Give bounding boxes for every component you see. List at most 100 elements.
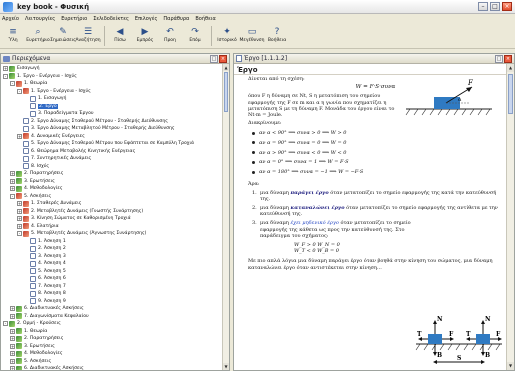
tree-item[interactable]: +2. Παρατηρήσεις xyxy=(1,170,222,178)
tree-item[interactable]: - 2. Ορμή - Κρούσεις xyxy=(1,320,222,328)
toolbar-button[interactable]: ▭ Μεγέθυνση xyxy=(240,24,265,44)
close-button[interactable]: × xyxy=(502,2,512,11)
content-restore-button[interactable]: □ xyxy=(495,55,503,63)
minimize-button[interactable]: – xyxy=(478,2,488,11)
tree-item[interactable]: 7. Συντηρητικές Δυνάμεις xyxy=(1,155,222,163)
toolbar-button[interactable]: ↶ Προη xyxy=(159,24,181,44)
toolbar-button[interactable]: ✎ Σημειώσεις xyxy=(50,24,76,44)
expand-icon[interactable]: + xyxy=(17,208,22,214)
tree-item[interactable]: +5. Ασκήσεις xyxy=(1,358,222,366)
tree-item[interactable]: 5. Άσκηση 5 xyxy=(1,268,222,276)
toolbar-button[interactable]: ▶ Εμπρός xyxy=(134,24,156,44)
content-scroll-thumb[interactable] xyxy=(508,74,513,114)
expand-icon[interactable]: + xyxy=(10,351,15,357)
pane-close-button[interactable]: × xyxy=(219,55,227,63)
expand-icon[interactable]: + xyxy=(10,343,15,349)
expand-icon[interactable]: + xyxy=(17,216,22,222)
content-scroll-up-icon[interactable]: ▲ xyxy=(507,64,514,72)
tree-item[interactable]: +6. Διαδικτυακές Ασκήσεις xyxy=(1,365,222,370)
tree-item[interactable]: - 1. Έργο - Ενέργεια - Ισχύς xyxy=(1,73,222,81)
item-emphasis[interactable]: έχει μηδενικό έργο xyxy=(290,220,338,226)
menu-item[interactable]: Παράθυρα xyxy=(163,16,189,22)
tree-scrollbar[interactable]: ▲ ▼ xyxy=(222,64,229,370)
tree-item[interactable]: 1. Εισαγωγή xyxy=(1,95,222,103)
tree-item[interactable]: 4. Άσκηση 4 xyxy=(1,260,222,268)
tree-item[interactable]: + Εισαγωγή xyxy=(1,65,222,73)
content-close-button[interactable]: × xyxy=(504,55,512,63)
scroll-down-arrow-icon[interactable]: ▼ xyxy=(223,363,229,370)
tree-item[interactable]: +4. Μεθοδολογίες xyxy=(1,185,222,193)
menu-item[interactable]: Αρχείο xyxy=(2,16,19,22)
tree-item[interactable]: 8. Ισχύς xyxy=(1,163,222,171)
tree-item[interactable]: +3. Ερωτήσεις xyxy=(1,178,222,186)
tree-item[interactable]: - 5. Μεταβλητές Δυνάμεις (Άγνωστης Συνάρτ… xyxy=(1,230,222,238)
scroll-thumb[interactable] xyxy=(224,72,228,112)
tree-item[interactable]: +4. Δυναμικές Ενέργειες xyxy=(1,133,222,141)
tree-item[interactable]: +4. Ελατήρια xyxy=(1,223,222,231)
toolbar-button[interactable]: ◀ Πίσω xyxy=(109,24,131,44)
expand-icon[interactable]: + xyxy=(10,336,15,342)
collapse-icon[interactable]: - xyxy=(3,321,8,327)
tree-item[interactable]: 1. Άσκηση 1 xyxy=(1,238,222,246)
collapse-icon[interactable]: - xyxy=(17,231,22,237)
collapse-icon[interactable]: - xyxy=(17,88,22,94)
toolbar-button[interactable]: ⌕ Ευρετήριο xyxy=(26,24,49,44)
expand-icon[interactable]: + xyxy=(17,133,22,139)
tree-item[interactable]: 3. Άσκηση 3 xyxy=(1,253,222,261)
expand-icon[interactable]: + xyxy=(10,186,15,192)
expand-icon[interactable]: + xyxy=(10,171,15,177)
menu-item[interactable]: Λειτουργίες xyxy=(25,16,55,22)
toolbar-button[interactable]: ≡ Ύλη xyxy=(2,24,24,44)
content-scroll-down-icon[interactable]: ▼ xyxy=(507,362,514,370)
expand-icon[interactable]: + xyxy=(3,66,8,72)
tree-item[interactable]: +1. Θεωρία xyxy=(1,328,222,336)
menu-item[interactable]: Σελιδοδείκτες xyxy=(93,16,129,22)
content-tab-title[interactable]: Έργο [1.1.1.2] xyxy=(244,55,287,62)
tree-item[interactable]: 3. Παραδείγματα Έργου xyxy=(1,110,222,118)
expand-icon[interactable]: + xyxy=(10,306,15,312)
tree-item[interactable]: 2. Έργο xyxy=(1,103,222,111)
contents-tree[interactable]: + Εισαγωγή -1. Έργο - Ενέργεια - Ισχύς -1. … xyxy=(1,64,222,370)
menu-item[interactable]: Ευρετήριο xyxy=(61,16,87,22)
expand-icon[interactable]: + xyxy=(17,201,22,207)
tree-item[interactable]: 2. Έργο Δύναμης Σταθερού Μέτρου - Σταθερ… xyxy=(1,118,222,126)
collapse-icon[interactable]: - xyxy=(10,81,15,87)
tree-item[interactable]: 3. Έργο Δύναμης Μεταβλητού Μέτρου - Σταθ… xyxy=(1,125,222,133)
expand-icon[interactable]: + xyxy=(10,366,15,370)
tree-item[interactable]: 9. Άσκηση 9 xyxy=(1,298,222,306)
tree-item[interactable]: 8. Άσκηση 8 xyxy=(1,290,222,298)
toolbar-button[interactable]: ✦ Ιστορικό xyxy=(216,24,238,44)
toolbar-button[interactable]: ↷ Επόμ xyxy=(184,24,206,44)
tree-item[interactable]: +2. Παρατηρήσεις xyxy=(1,335,222,343)
collapse-icon[interactable]: - xyxy=(3,73,8,79)
expand-icon[interactable]: + xyxy=(10,328,15,334)
expand-icon[interactable]: + xyxy=(10,178,15,184)
tree-item[interactable]: +7. Διαγωνίσματα Κεφαλαίου xyxy=(1,313,222,321)
scroll-up-arrow-icon[interactable]: ▲ xyxy=(223,64,229,71)
content-scrollbar[interactable]: ▲ ▼ xyxy=(506,64,514,370)
tree-item[interactable]: 7. Άσκηση 7 xyxy=(1,283,222,291)
tree-item[interactable]: +6. Διαδικτυακές Ασκήσεις xyxy=(1,305,222,313)
tree-item[interactable]: +3. Ερωτήσεις xyxy=(1,343,222,351)
tree-item[interactable]: 6. Θεώρημα Μεταβολής Κινητικής Ενέργειας xyxy=(1,148,222,156)
expand-icon[interactable]: + xyxy=(17,223,22,229)
tree-item[interactable]: - 5. Ασκήσεις xyxy=(1,193,222,201)
menu-item[interactable]: Επιλογές xyxy=(135,16,157,22)
tree-item[interactable]: +4. Μεθοδολογίες xyxy=(1,350,222,358)
toolbar-button[interactable]: ☰ Αναζήτηση xyxy=(75,24,100,44)
maximize-button[interactable]: □ xyxy=(490,2,500,11)
expand-icon[interactable]: + xyxy=(10,358,15,364)
pane-restore-button[interactable]: □ xyxy=(210,55,218,63)
tree-item[interactable]: +3. Κίνηση Σώματος σε Καθορισμένη Τροχιά xyxy=(1,215,222,223)
toolbar-button[interactable]: ? Βοήθεια xyxy=(266,24,288,44)
expand-icon[interactable]: + xyxy=(10,313,15,319)
menu-item[interactable]: Βοήθεια xyxy=(195,16,215,22)
tree-item[interactable]: +2. Μεταβλητές Δυνάμεις (Γνωστής Συνάρτη… xyxy=(1,208,222,216)
tree-item[interactable]: 5. Έργο Δύναμης Σταθερού Μέτρου που Εφάπ… xyxy=(1,140,222,148)
collapse-icon[interactable]: - xyxy=(10,193,15,199)
tree-item[interactable]: +1. Σταθερές Δυνάμεις xyxy=(1,200,222,208)
tree-item[interactable]: - 1. Θεωρία xyxy=(1,80,222,88)
tree-item[interactable]: 2. Άσκηση 2 xyxy=(1,245,222,253)
tree-item[interactable]: 6. Άσκηση 6 xyxy=(1,275,222,283)
tree-item[interactable]: - 1. Έργο - Ενέργεια - Ισχύς xyxy=(1,88,222,96)
